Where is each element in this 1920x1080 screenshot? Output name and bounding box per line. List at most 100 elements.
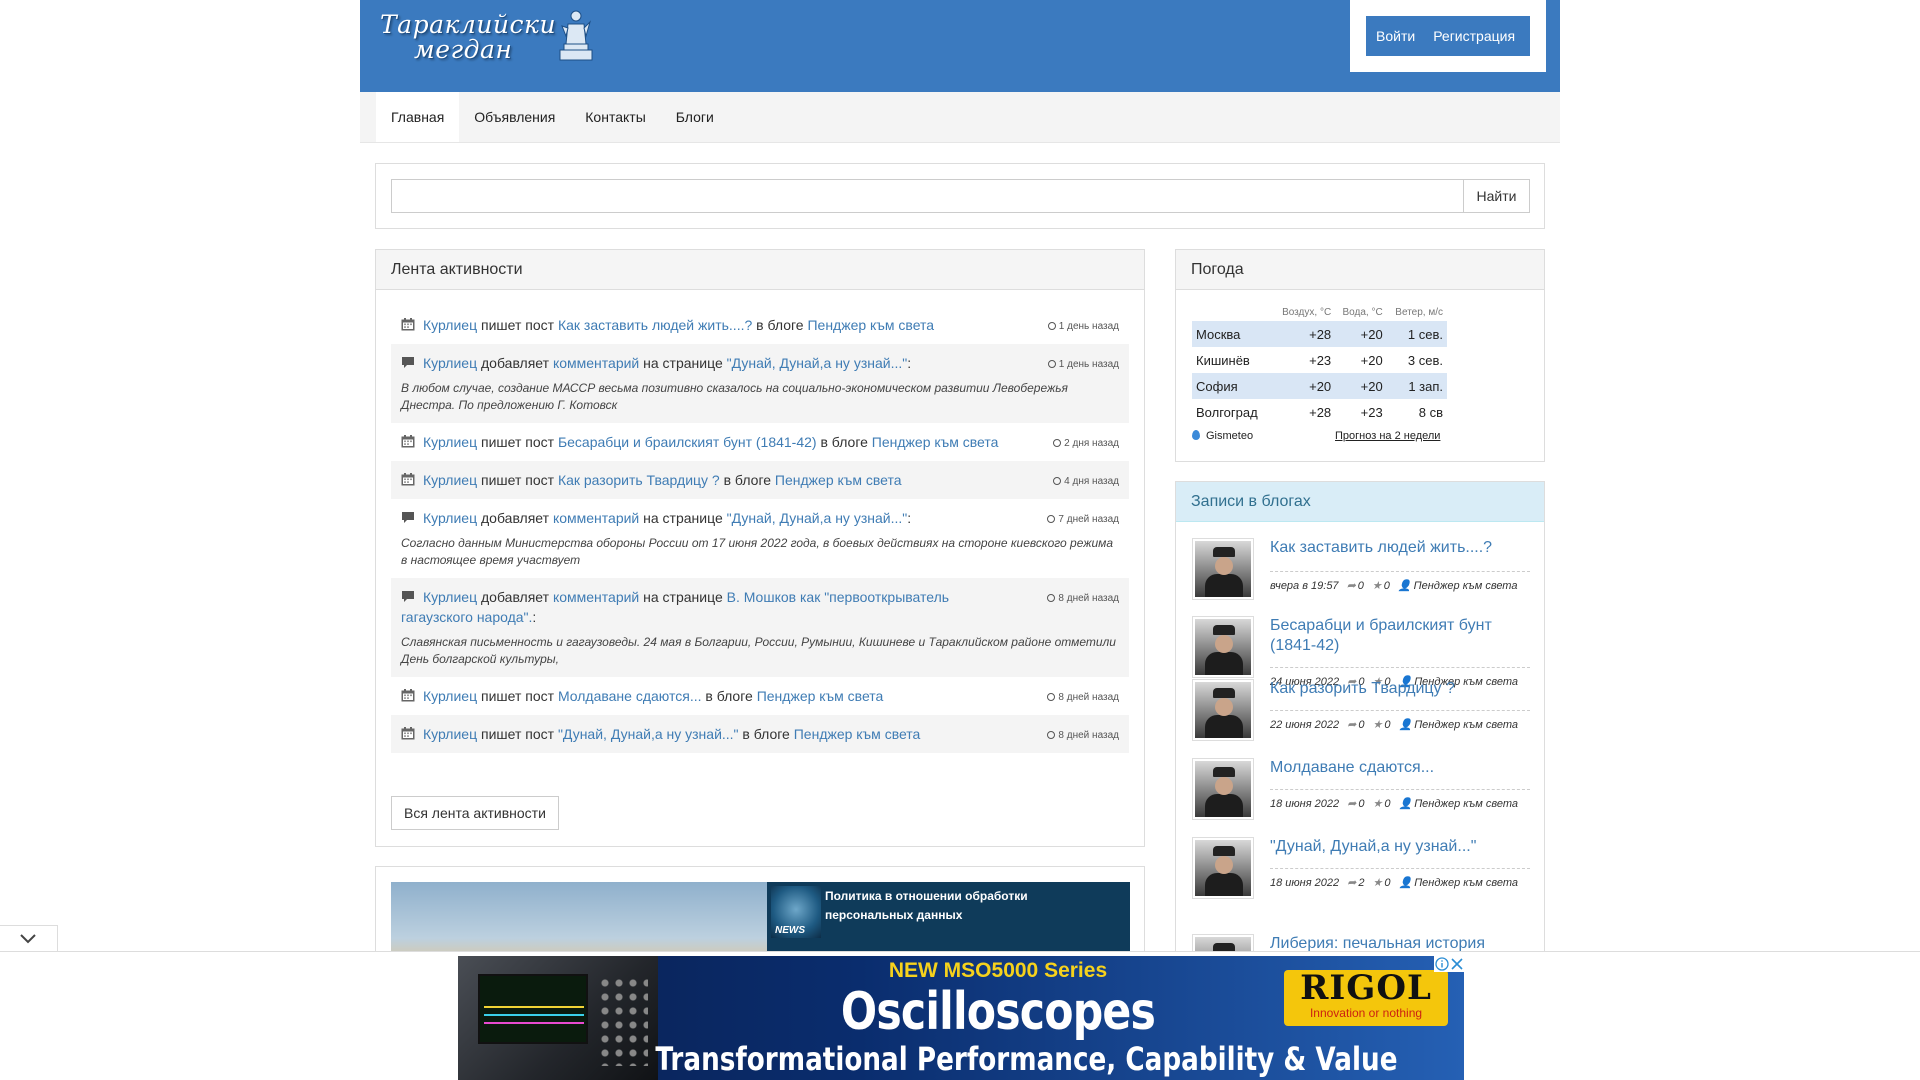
blog-entry-blog[interactable]: Пенджер към света — [1414, 580, 1518, 592]
activity-target-link[interactable]: "Дунай, Дунай,а ну узнай..." — [558, 726, 739, 742]
weather-water: +23 — [1360, 404, 1383, 420]
oscilloscope-screen — [478, 974, 588, 1044]
blog-entry-meta: 18 июня 2022 ➦ 0 ★ 0 👤 Пенджер към света — [1270, 789, 1530, 810]
activity-item: Курлиец пишет пост Молдаване сдаются... … — [391, 677, 1129, 715]
activity-user-link[interactable]: Курлиец — [423, 589, 477, 605]
activity-user-link[interactable]: Курлиец — [423, 688, 477, 704]
activity-time-label: 1 день назад — [1058, 321, 1119, 332]
blog-entry-title[interactable]: Как разорить Твардицу ? — [1270, 679, 1530, 699]
activity-place-link[interactable]: Пенджер към света — [757, 688, 884, 704]
blog-entry-blog[interactable]: Пенджер към света — [1414, 798, 1518, 810]
clock-icon — [1047, 515, 1056, 523]
blog-entry-blog[interactable]: Пенджер към света — [1414, 877, 1518, 889]
user-icon: 👤 — [1398, 719, 1413, 731]
author-avatar[interactable] — [1192, 758, 1254, 820]
weather-water: +20 — [1360, 352, 1383, 368]
blog-entry-title[interactable]: "Дунай, Дунай,а ну узнай..." — [1270, 837, 1530, 857]
nav-item-blogs[interactable]: Блоги — [661, 92, 729, 142]
activity-connector: на странице — [643, 510, 723, 526]
weather-row: Кишинёв +23 +20 3 сев. — [1192, 347, 1447, 373]
activity-text: Курлиец пишет пост Как разорить Твардицу… — [401, 470, 1119, 490]
weather-row: София +20 +20 1 зап. — [1192, 373, 1447, 399]
activity-place-link[interactable]: Пенджер към света — [872, 434, 999, 450]
ad-collapse-button[interactable] — [0, 925, 58, 952]
activity-time: 1 день назад — [1047, 355, 1119, 375]
blog-entry-title[interactable]: Бесарабци и браилският бунт (1841-42) — [1270, 616, 1530, 656]
activity-user-link[interactable]: Курлиец — [423, 510, 477, 526]
activity-text: Курлиец добавляет комментарий на страниц… — [401, 508, 1119, 528]
user-icon: 👤 — [1397, 580, 1412, 592]
activity-time: 8 дней назад — [1047, 589, 1119, 609]
nav-item-contacts[interactable]: Контакты — [570, 92, 660, 142]
news-title[interactable]: Политика в отношении обработки персональ… — [825, 887, 1115, 925]
activity-target-link[interactable]: Молдаване сдаются... — [558, 688, 702, 704]
activity-target-link[interactable]: комментарий — [553, 355, 639, 371]
weather-air: +23 — [1309, 352, 1332, 368]
nav-item-home[interactable]: Главная — [376, 92, 460, 142]
register-link[interactable]: Регистрация — [1424, 28, 1524, 44]
activity-quote: В любом случае, создание МАССР весьма по… — [401, 381, 1068, 412]
activity-time-label: 7 дней назад — [1058, 514, 1119, 525]
activity-user-link[interactable]: Курлиец — [423, 355, 477, 371]
blog-entry: Бесарабци и браилският бунт (1841-42) 24 … — [1192, 616, 1530, 688]
gismeteo-source[interactable]: Gismeteo — [1192, 430, 1253, 442]
weather-wind: 1 зап. — [1386, 373, 1447, 399]
activity-connector: в блоге — [705, 688, 753, 704]
activity-connector: в блоге — [756, 317, 804, 333]
activity-time-label: 8 дней назад — [1058, 593, 1119, 604]
activity-place-link[interactable]: Пенджер към света — [807, 317, 934, 333]
search-button[interactable]: Найти — [1463, 179, 1530, 213]
blog-entry-blog[interactable]: Пенджер към света — [1414, 719, 1518, 731]
activity-target-link[interactable]: комментарий — [553, 589, 639, 605]
activity-target-link[interactable]: Бесарабци и браилският бунт (1841-42) — [558, 434, 817, 450]
all-activity-button[interactable]: Вся лента активности — [391, 796, 559, 830]
blog-entry-title[interactable]: Молдаване сдаются... — [1270, 758, 1530, 778]
activity-place-link[interactable]: "Дунай, Дунай,а ну узнай..." — [727, 355, 908, 371]
oscilloscope-image — [458, 956, 658, 1080]
star-icon: ★ — [1371, 580, 1382, 592]
activity-place-link[interactable]: "Дунай, Дунай,а ну узнай..." — [727, 510, 908, 526]
activity-place-link[interactable]: Пенджер към света — [794, 726, 921, 742]
activity-user-link[interactable]: Курлиец — [423, 472, 477, 488]
ad-brand-tagline: Innovation or nothing — [1309, 1006, 1423, 1020]
login-link[interactable]: Войти — [1376, 28, 1424, 44]
droplet-icon — [1192, 430, 1200, 440]
activity-user-link[interactable]: Курлиец — [423, 726, 477, 742]
search-input[interactable] — [391, 179, 1463, 213]
close-icon[interactable] — [1450, 957, 1464, 971]
forecast-link[interactable]: Прогноз на 2 недели — [1335, 430, 1440, 442]
activity-place-link[interactable]: Пенджер към света — [775, 472, 902, 488]
activity-target-link[interactable]: Как заставить людей жить....? — [558, 317, 752, 333]
author-avatar[interactable] — [1192, 837, 1254, 899]
activity-suffix: : — [907, 510, 912, 526]
activity-user-link[interactable]: Курлиец — [423, 317, 477, 333]
author-avatar[interactable] — [1192, 538, 1254, 600]
activity-time-label: 1 день назад — [1058, 359, 1119, 370]
activity-user-link[interactable]: Курлиец — [423, 434, 477, 450]
blog-entry-title[interactable]: Как заставить людей жить....? — [1270, 538, 1530, 558]
activity-action: пишет пост — [481, 472, 555, 488]
author-avatar[interactable] — [1192, 616, 1254, 678]
blog-entry-reposts: 0 — [1358, 719, 1365, 731]
logo-line-2: мегдан — [414, 35, 513, 64]
nav-item-ads[interactable]: Объявления — [459, 92, 570, 142]
repost-icon: ➦ — [1347, 719, 1357, 731]
weather-city: Кишинёв — [1196, 352, 1250, 368]
blog-entry-date: 22 июня 2022 — [1270, 719, 1340, 731]
site-logo[interactable]: Тараклийски мегдан — [378, 8, 593, 64]
ad-title: Oscilloscopes — [840, 982, 1156, 1042]
media-image[interactable] — [391, 882, 767, 962]
activity-target-link[interactable]: Как разорить Твардицу ? — [558, 472, 720, 488]
activity-target-link[interactable]: комментарий — [553, 510, 639, 526]
weather-air: +28 — [1309, 404, 1332, 420]
weather-col-wind: Ветер, м/с — [1395, 307, 1443, 318]
ad-info-icon[interactable] — [1435, 957, 1449, 971]
blog-entry-date: 18 июня 2022 — [1270, 877, 1340, 889]
author-avatar[interactable] — [1192, 679, 1254, 741]
news-teaser[interactable]: NEWS Политика в отношении обработки перс… — [767, 882, 1130, 962]
comment-icon — [402, 512, 414, 523]
clock-icon — [1053, 439, 1062, 447]
ad-banner[interactable]: NEW MSO5000 Series Oscilloscopes Transfo… — [458, 956, 1464, 1080]
auth-box: Войти Регистрация — [1350, 0, 1546, 72]
activity-title: Лента активности — [376, 250, 1144, 290]
